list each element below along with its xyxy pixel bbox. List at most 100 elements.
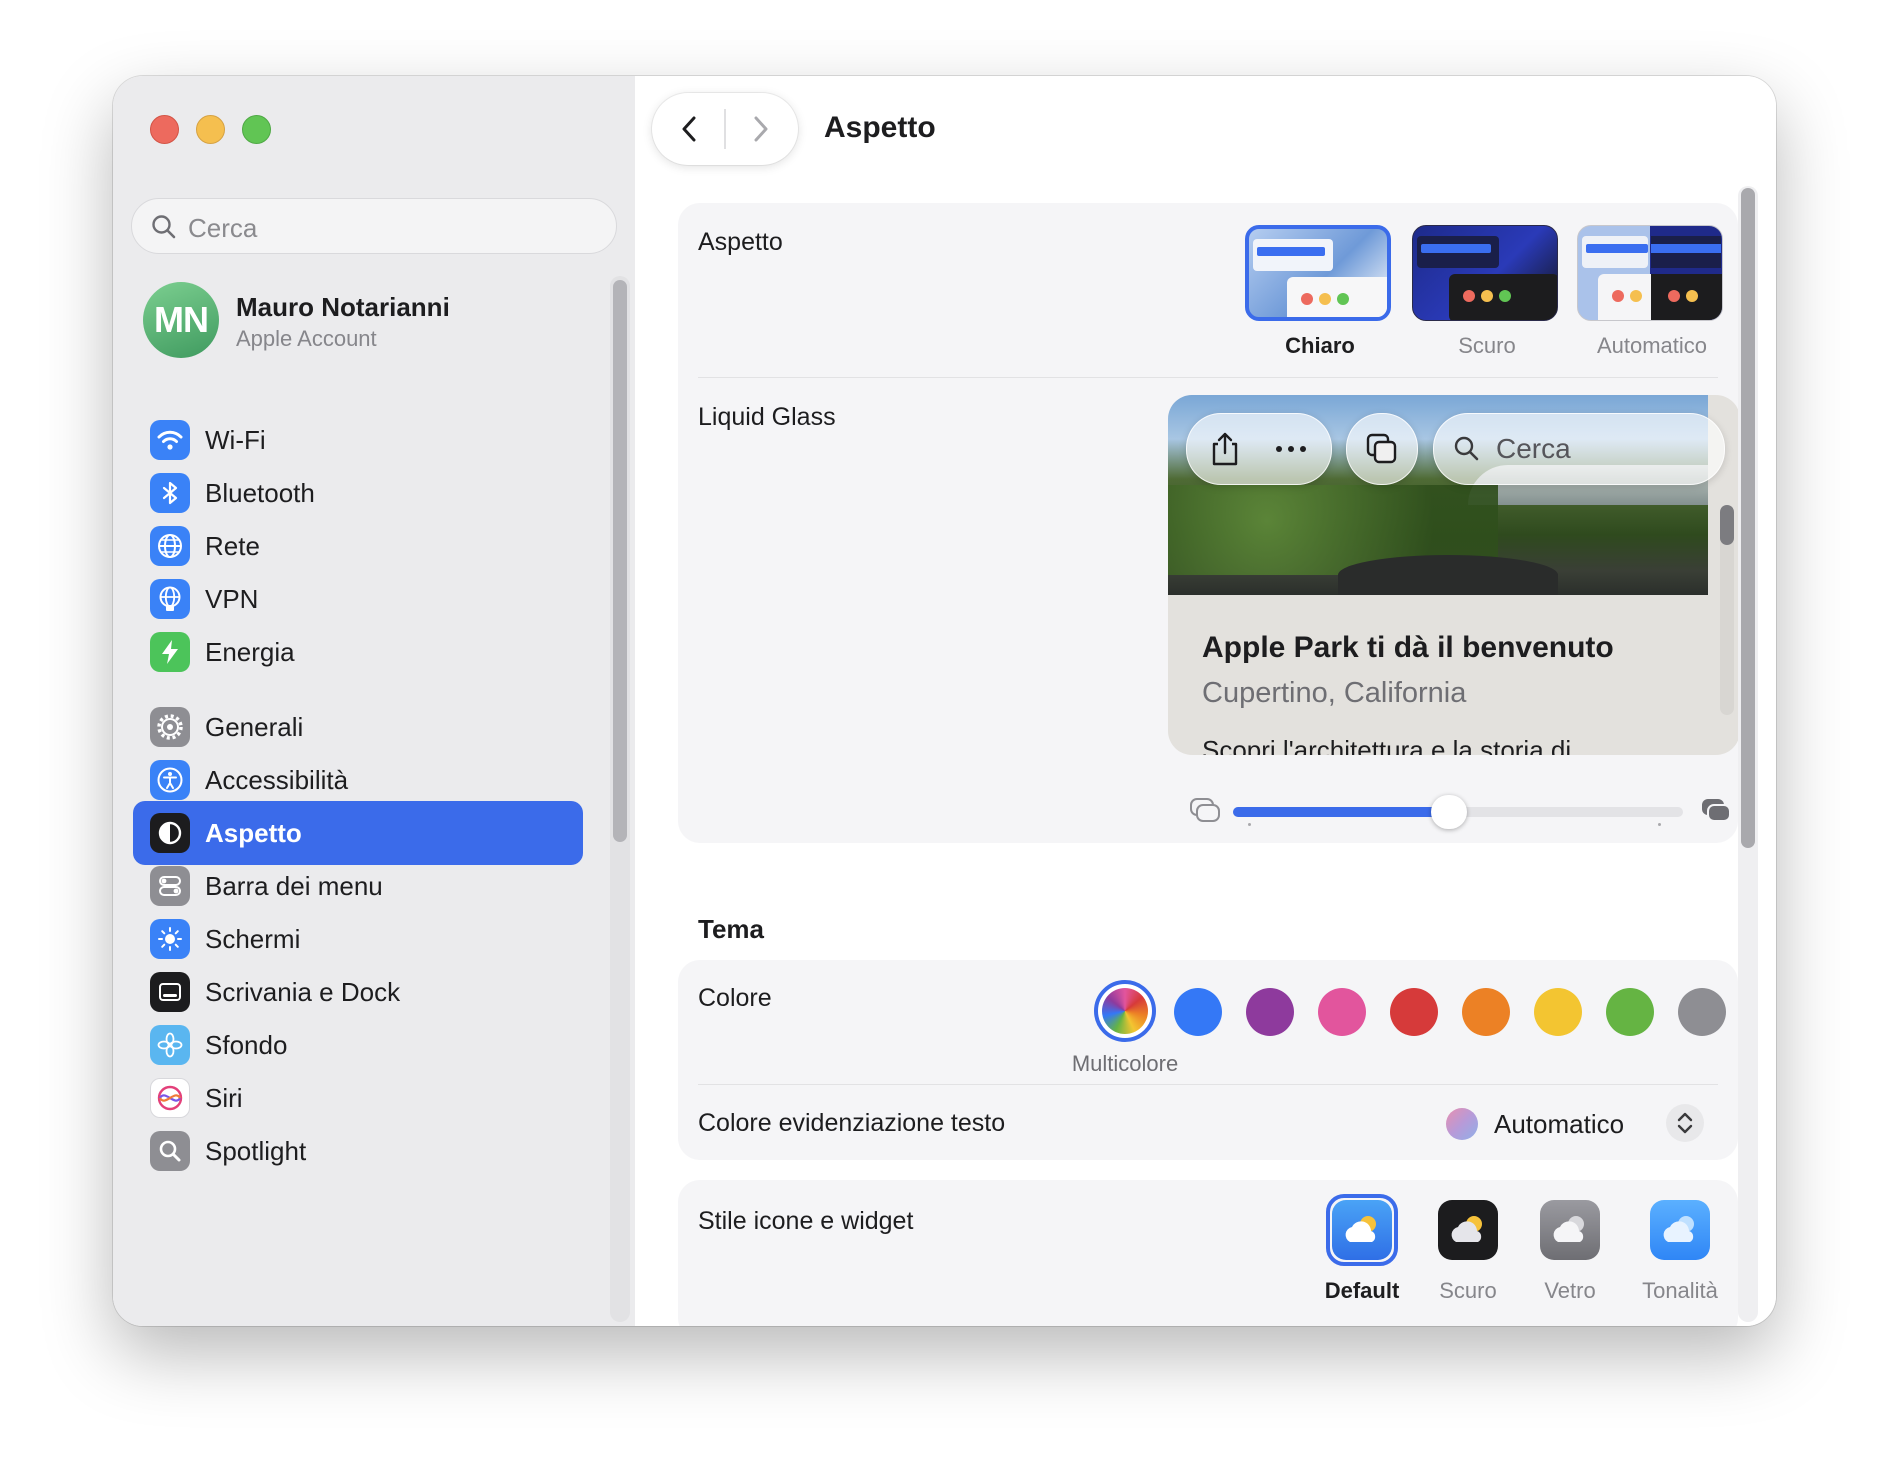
search-field[interactable]: Cerca	[131, 198, 617, 254]
color-swatch-blue[interactable]	[1174, 988, 1222, 1036]
menubar-toggle-icon	[150, 866, 190, 906]
highlight-color-popup[interactable]: Automatico	[1446, 1100, 1736, 1146]
weather-tinted-icon	[1650, 1200, 1710, 1260]
card-divider	[698, 377, 1718, 378]
highlight-color-dot	[1446, 1108, 1478, 1140]
zoom-button[interactable]	[242, 115, 271, 144]
flower-icon	[150, 1025, 190, 1065]
copy-tabs-icon	[1364, 431, 1400, 472]
tabs-button[interactable]	[1346, 413, 1418, 485]
theme-option-label: Automatico	[1596, 333, 1708, 358]
settings-window: Cerca MN Mauro Notarianni Apple Account …	[113, 76, 1776, 1326]
preview-search-placeholder: Cerca	[1496, 433, 1571, 464]
sidebar-item-label: Siri	[205, 1083, 243, 1113]
sidebar-scrollbar-thumb[interactable]	[613, 280, 627, 842]
wifi-icon	[150, 420, 190, 460]
account-subtitle: Apple Account	[236, 326, 377, 351]
theme-option-label: Chiaro	[1285, 333, 1355, 358]
icon-style-card: Stile icone e widget Default Scuro Vetro	[678, 1180, 1738, 1326]
chevron-up-down-icon	[1666, 1104, 1704, 1142]
page-title: Aspetto	[824, 111, 936, 144]
search-icon	[1452, 434, 1482, 469]
preview-scrollbar-thumb	[1720, 505, 1734, 545]
card-divider	[698, 1084, 1718, 1085]
weather-dark-icon	[1438, 1200, 1498, 1260]
sidebar-item-label: Barra dei menu	[205, 871, 383, 901]
back-chevron-icon[interactable]	[676, 113, 704, 150]
glass-slider-knob[interactable]	[1431, 795, 1467, 829]
preview-body: Scopri l'architettura e la storia di	[1202, 735, 1572, 755]
highlight-color-value: Automatico	[1494, 1109, 1625, 1139]
vpn-globe-icon	[150, 579, 190, 619]
color-swatch-green[interactable]	[1606, 988, 1654, 1036]
account-name: Mauro Notarianni	[236, 292, 450, 322]
sidebar-item-label: Aspetto	[205, 818, 302, 848]
slider-tick-end	[1658, 823, 1661, 826]
appearance-label: Aspetto	[698, 228, 783, 256]
sidebar: Cerca MN Mauro Notarianni Apple Account …	[113, 76, 635, 1326]
main-scrollbar-thumb[interactable]	[1741, 188, 1755, 848]
sidebar-item-label: VPN	[205, 584, 259, 614]
sidebar-item-label: Bluetooth	[205, 478, 315, 508]
sidebar-item-label: Scrivania e Dock	[205, 977, 401, 1007]
gear-icon	[150, 707, 190, 747]
main-pane: Aspetto Aspetto Chiaro Scuro Automatico …	[635, 76, 1776, 1326]
navigation-buttons	[652, 93, 798, 165]
search-placeholder: Cerca	[188, 213, 258, 243]
apple-account-item[interactable]: MN Mauro Notarianni Apple Account	[143, 282, 613, 362]
color-swatch-orange[interactable]	[1462, 988, 1510, 1036]
minimize-button[interactable]	[196, 115, 225, 144]
slider-tick-start	[1248, 823, 1251, 826]
ellipsis-icon[interactable]	[1273, 436, 1309, 467]
icon-style-label: Stile icone e widget	[698, 1207, 914, 1235]
highlight-color-label: Colore evidenziazione testo	[698, 1109, 1006, 1137]
weather-default-icon	[1332, 1200, 1392, 1260]
sidebar-item-label: Accessibilità	[205, 765, 349, 795]
nav-separator	[724, 109, 726, 149]
color-swatch-purple[interactable]	[1246, 988, 1294, 1036]
color-swatch-yellow[interactable]	[1534, 988, 1582, 1036]
weather-glass-icon	[1540, 1200, 1600, 1260]
glass-slider-fill	[1233, 807, 1449, 817]
selected-color-name: Multicolore	[1071, 1051, 1179, 1076]
clear-glass-icon	[1188, 795, 1222, 830]
color-swatch-pink[interactable]	[1318, 988, 1366, 1036]
preview-subtitle: Cupertino, California	[1202, 677, 1467, 709]
dock-icon	[150, 972, 190, 1012]
appearance-card: Aspetto Chiaro Scuro Automatico Liquid G…	[678, 203, 1740, 843]
close-button[interactable]	[150, 115, 179, 144]
theme-card: Colore Multicolore Colore evidenziazione…	[678, 960, 1738, 1160]
sidebar-item-label: Sfondo	[205, 1030, 288, 1060]
color-swatch-multicolor[interactable]	[1094, 980, 1156, 1042]
color-swatch-graphite[interactable]	[1678, 988, 1726, 1036]
magnifier-icon	[150, 1131, 190, 1171]
liquid-glass-preview: Cerca Apple Park ti dà il benvenuto Cupe…	[1168, 395, 1740, 755]
sidebar-item-label: Spotlight	[205, 1136, 307, 1166]
dark-theme-thumbnail	[1412, 225, 1558, 321]
sidebar-item-energia[interactable]: Energia	[133, 620, 583, 684]
search-icon	[150, 213, 178, 246]
siri-icon	[150, 1078, 190, 1118]
sun-icon	[150, 919, 190, 959]
forward-chevron-icon[interactable]	[746, 113, 774, 150]
avatar: MN	[143, 282, 219, 358]
sidebar-item-label: Rete	[205, 531, 260, 561]
sidebar-item-label: Energia	[205, 637, 295, 667]
liquid-glass-label: Liquid Glass	[698, 403, 836, 431]
light-theme-thumbnail	[1245, 225, 1391, 321]
sidebar-item-label: Wi-Fi	[205, 425, 266, 455]
sidebar-item-label: Schermi	[205, 924, 301, 954]
sidebar-item-label: Generali	[205, 712, 304, 742]
color-label: Colore	[698, 984, 772, 1012]
bluetooth-icon	[150, 473, 190, 513]
icon-style-option-label: Tonalità	[1642, 1278, 1718, 1303]
sidebar-item-spotlight[interactable]: Spotlight	[133, 1119, 583, 1183]
share-icon[interactable]	[1207, 430, 1243, 473]
preview-search-field[interactable]: Cerca	[1433, 413, 1725, 485]
globe-icon	[150, 526, 190, 566]
bolt-icon	[150, 632, 190, 672]
theme-heading: Tema	[698, 914, 764, 944]
color-swatch-red[interactable]	[1390, 988, 1438, 1036]
share-more-pill[interactable]	[1186, 413, 1332, 485]
preview-title: Apple Park ti dà il benvenuto	[1202, 631, 1614, 664]
